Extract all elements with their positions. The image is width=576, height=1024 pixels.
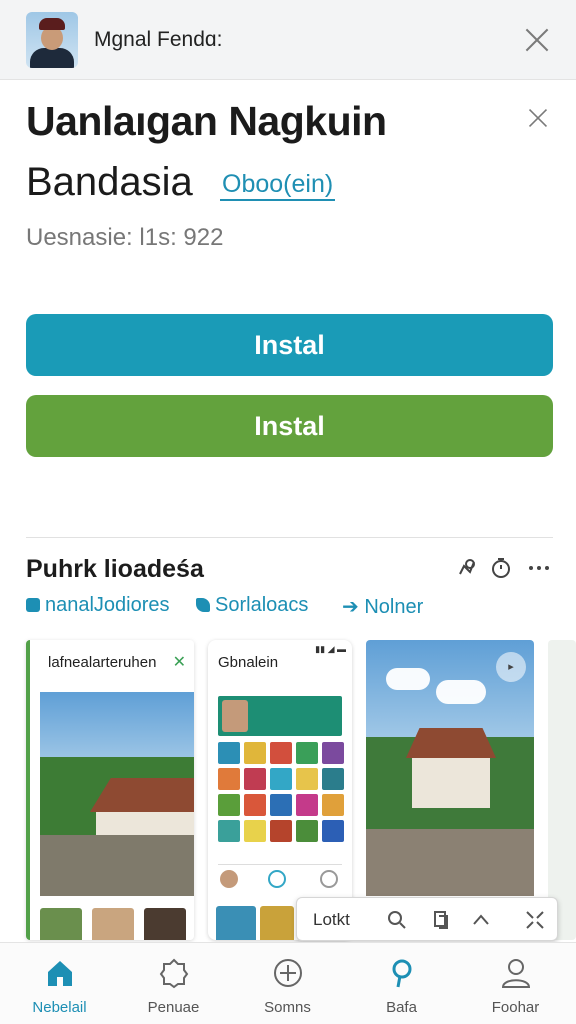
dismiss-icon[interactable] xyxy=(526,106,550,130)
close-icon[interactable]: ✕ xyxy=(173,652,186,672)
nav-item-badge[interactable]: Penuae xyxy=(116,943,231,1024)
circle-icon[interactable] xyxy=(268,870,286,888)
bottom-nav: Nebelail Penuae Somns Bafa Foohar xyxy=(0,942,576,1024)
thumbnail[interactable] xyxy=(40,908,82,940)
status-icons: ▮▮ ◢ ▬ xyxy=(315,644,346,654)
nav-item-home[interactable]: Nebelail xyxy=(2,943,117,1024)
nav-item-add[interactable]: Somns xyxy=(230,943,345,1024)
section-title: Puhrk lioadeśa xyxy=(26,555,204,583)
play-icon[interactable]: ▸ xyxy=(496,652,526,682)
thumbnail[interactable] xyxy=(260,906,294,940)
location-pin-icon xyxy=(392,959,412,988)
chip-1[interactable]: nanalJodiores xyxy=(26,594,170,617)
thumbnail[interactable] xyxy=(92,908,134,940)
preview-card-2[interactable]: ▮▮ ◢ ▬ Gbnalein xyxy=(208,640,352,940)
top-bar: Mgnal Fendɑ: xyxy=(0,0,576,80)
square-icon xyxy=(26,598,40,612)
publisher-link[interactable]: Oboo(ein) xyxy=(220,170,336,201)
floating-toolbar: Lotkt xyxy=(296,897,558,941)
preview-card-3[interactable]: ▸ xyxy=(366,640,534,940)
thumbnail[interactable] xyxy=(144,908,186,940)
chevron-up-icon[interactable] xyxy=(469,908,493,932)
close-icon[interactable] xyxy=(522,25,552,55)
app-title: Uanlaıgan Nagkuin xyxy=(26,98,387,144)
app-screen: Mgnal Fendɑ: Uanlaıgan Nagkuin Bandasia … xyxy=(0,0,576,1024)
expand-icon[interactable] xyxy=(523,908,547,932)
preview-card-4[interactable] xyxy=(548,640,576,940)
version-text: Uesnasie: l1s: 922 xyxy=(26,224,224,251)
card-label: Gbnalein xyxy=(218,654,279,671)
install-button-secondary[interactable]: Instal xyxy=(26,395,553,457)
copy-icon[interactable] xyxy=(429,908,453,932)
chip-3[interactable]: ➔ Nolner xyxy=(342,594,423,619)
thumbnail[interactable] xyxy=(216,906,256,940)
badge-icon xyxy=(159,958,189,989)
home-icon xyxy=(48,961,72,986)
avatar[interactable] xyxy=(220,870,238,888)
plus-circle-icon xyxy=(274,959,302,987)
card-label: lafnealarteruhen xyxy=(48,654,157,671)
nav-item-profile[interactable]: Foohar xyxy=(458,943,573,1024)
app-subtitle: Bandasia xyxy=(26,160,193,204)
chat-icon xyxy=(196,598,210,612)
timer-icon[interactable] xyxy=(489,556,513,580)
clock-icon[interactable] xyxy=(320,870,338,888)
preview-card-1[interactable]: lafnealarteruhen ✕ xyxy=(26,640,194,940)
profile-name: Mgnal Fendɑ: xyxy=(94,28,223,51)
avatar[interactable] xyxy=(26,12,78,68)
village-photo xyxy=(40,692,194,896)
toolbar-label: Lotkt xyxy=(313,910,350,929)
install-button-primary[interactable]: Instal xyxy=(26,314,553,376)
profile-icon xyxy=(501,959,531,988)
chip-2[interactable]: Sorlaloacs xyxy=(196,594,308,617)
search-icon[interactable] xyxy=(385,908,409,932)
arrow-icon: ➔ xyxy=(342,596,365,618)
promo-banner xyxy=(218,696,342,736)
more-icon[interactable] xyxy=(527,556,551,580)
divider xyxy=(26,537,553,538)
share-icon[interactable] xyxy=(454,556,478,580)
nav-item-location[interactable]: Bafa xyxy=(344,943,459,1024)
